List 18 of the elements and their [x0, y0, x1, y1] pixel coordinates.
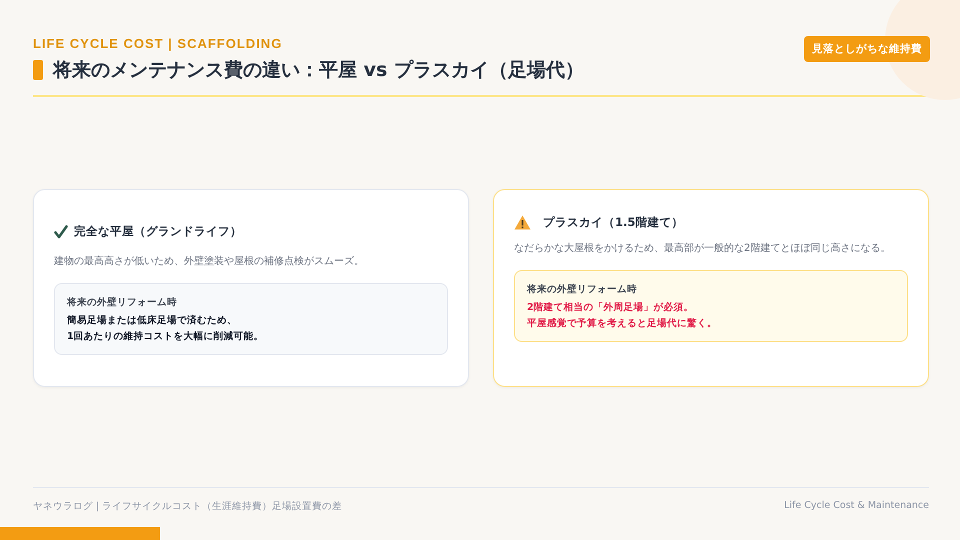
- footer-caption: Life Cycle Cost & Maintenance: [784, 500, 929, 513]
- slide-title: 将来のメンテナンス費の違い：平屋 vs プラスカイ（足場代）: [53, 58, 584, 83]
- card-title: プラスカイ（1.5階建て）: [543, 215, 684, 230]
- card-title: 完全な平屋（グランドライフ）: [74, 224, 242, 239]
- note-text: 1回あたりの維持コストを大幅に削減可能。: [67, 330, 265, 343]
- note-text: 平屋感覚で予算を考えると足場代に驚く。: [527, 317, 718, 330]
- note-text: 簡易足場または低床足場で済むため、: [67, 314, 238, 327]
- note-label: 将来の外壁リフォーム時: [527, 283, 638, 296]
- card-description: なだらかな大屋根をかけるため、最高部が一般的な2階建てとほぼ同じ高さになる。: [514, 242, 892, 256]
- check-icon: [54, 224, 68, 238]
- card-description: 建物の最高高さが低いため、外壁塗装や屋根の補修点検がスムーズ。: [54, 254, 365, 269]
- title-accent-bar: [33, 60, 43, 80]
- eyebrow-label: LIFE CYCLE COST | SCAFFOLDING: [33, 36, 284, 51]
- warning-icon: [514, 215, 531, 230]
- tag-badge: 見落としがちな維持費: [804, 36, 930, 62]
- note-label: 将来の外壁リフォーム時: [67, 296, 178, 309]
- footer-source: ヤネウラログ | ライフサイクルコスト（生涯維持費）足場設置費の差: [33, 500, 342, 513]
- note-text: 2階建て相当の「外周足場」が必須。: [527, 301, 695, 314]
